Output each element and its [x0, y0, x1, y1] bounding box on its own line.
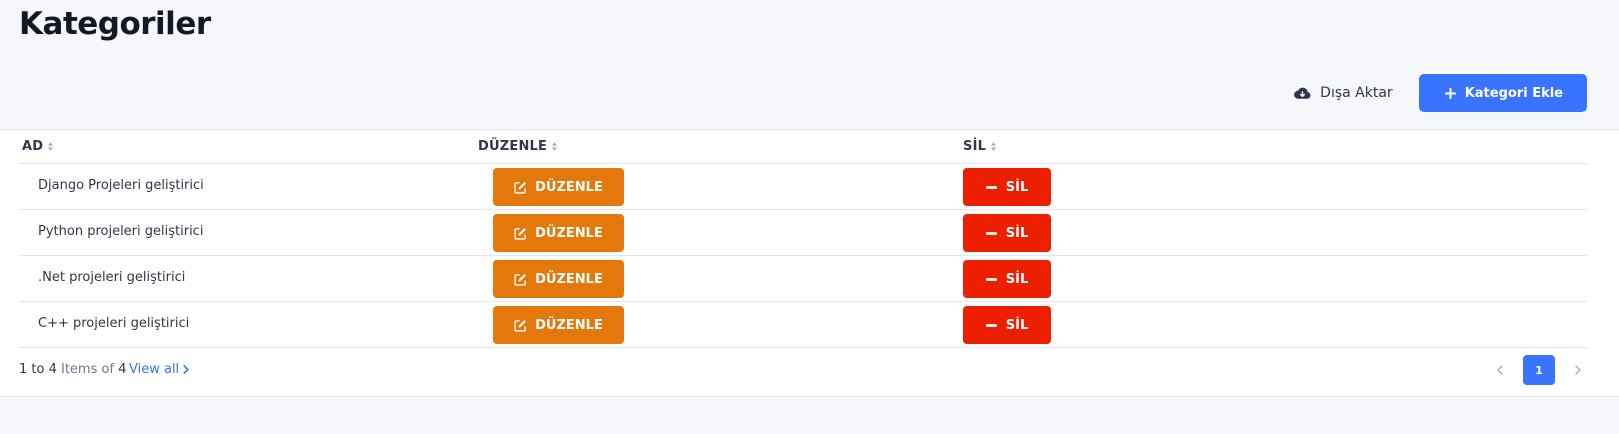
delete-label: SİL	[1005, 317, 1029, 333]
edit-label: DÜZENLE	[535, 317, 603, 333]
table-header: AD DÜZENLE SİL	[19, 130, 1587, 164]
minus-icon	[985, 323, 997, 327]
delete-button[interactable]: SİL	[963, 168, 1051, 206]
table-footer: 1 to 4 Items of 4 View all 1	[19, 355, 1587, 385]
delete-label: SİL	[1005, 179, 1029, 195]
delete-button[interactable]: SİL	[963, 214, 1051, 252]
delete-label: SİL	[1005, 271, 1029, 287]
column-label: DÜZENLE	[478, 139, 548, 154]
toolbar: Dışa Aktar Kategori Ekle	[1294, 74, 1587, 112]
page-title: Kategoriler	[19, 6, 211, 42]
view-all-link[interactable]: View all	[129, 362, 189, 377]
column-header-delete[interactable]: SİL	[963, 139, 997, 154]
total-count: 4	[118, 362, 127, 377]
next-page-button[interactable]	[1569, 355, 1587, 385]
edit-button[interactable]: DÜZENLE	[493, 214, 624, 252]
chevron-right-icon	[1575, 365, 1581, 375]
chevron-right-icon	[183, 365, 189, 374]
edit-label: DÜZENLE	[535, 271, 603, 287]
delete-label: SİL	[1005, 225, 1029, 241]
plus-icon	[1444, 87, 1456, 99]
column-label: SİL	[963, 139, 987, 154]
category-name: Django Projeleri geliştirici	[38, 178, 204, 193]
pagination: 1	[1491, 355, 1587, 385]
edit-icon	[514, 227, 527, 240]
edit-label: DÜZENLE	[535, 179, 603, 195]
table-row: .Net projeleri geliştirici DÜZENLE SİL	[19, 256, 1587, 302]
column-header-edit[interactable]: DÜZENLE	[478, 139, 558, 154]
sort-icon	[48, 142, 54, 151]
table-row: Django Projeleri geliştirici DÜZENLE SİL	[19, 164, 1587, 210]
edit-button[interactable]: DÜZENLE	[493, 260, 624, 298]
chevron-left-icon	[1497, 365, 1503, 375]
column-header-name[interactable]: AD	[22, 139, 54, 154]
items-text: Items of	[61, 362, 115, 377]
table-row: Python projeleri geliştirici DÜZENLE SİL	[19, 210, 1587, 256]
edit-button[interactable]: DÜZENLE	[493, 306, 624, 344]
minus-icon	[985, 185, 997, 189]
edit-icon	[514, 273, 527, 286]
pagination-summary: 1 to 4 Items of 4	[19, 362, 126, 377]
category-name: C++ projeleri geliştirici	[38, 316, 190, 331]
view-all-label: View all	[129, 362, 180, 377]
categories-table: AD DÜZENLE SİL Django Projeleri geliştir…	[0, 129, 1619, 397]
edit-icon	[514, 319, 527, 332]
add-category-button[interactable]: Kategori Ekle	[1418, 74, 1587, 112]
export-label: Dışa Aktar	[1320, 85, 1393, 101]
edit-label: DÜZENLE	[535, 225, 603, 241]
cloud-download-icon	[1294, 87, 1311, 99]
edit-icon	[514, 181, 527, 194]
previous-page-button[interactable]	[1491, 355, 1509, 385]
delete-button[interactable]: SİL	[963, 306, 1051, 344]
export-button[interactable]: Dışa Aktar	[1294, 85, 1393, 102]
minus-icon	[985, 231, 997, 235]
minus-icon	[985, 277, 997, 281]
edit-button[interactable]: DÜZENLE	[493, 168, 624, 206]
range-text: 1 to 4	[19, 362, 57, 377]
column-label: AD	[22, 139, 44, 154]
sort-icon	[990, 142, 997, 151]
category-name: .Net projeleri geliştirici	[38, 270, 186, 285]
page-button-1[interactable]: 1	[1523, 355, 1555, 385]
table-row: C++ projeleri geliştirici DÜZENLE SİL	[19, 302, 1587, 348]
add-category-label: Kategori Ekle	[1464, 85, 1563, 101]
sort-icon	[551, 142, 558, 151]
category-name: Python projeleri geliştirici	[38, 224, 204, 239]
delete-button[interactable]: SİL	[963, 260, 1051, 298]
